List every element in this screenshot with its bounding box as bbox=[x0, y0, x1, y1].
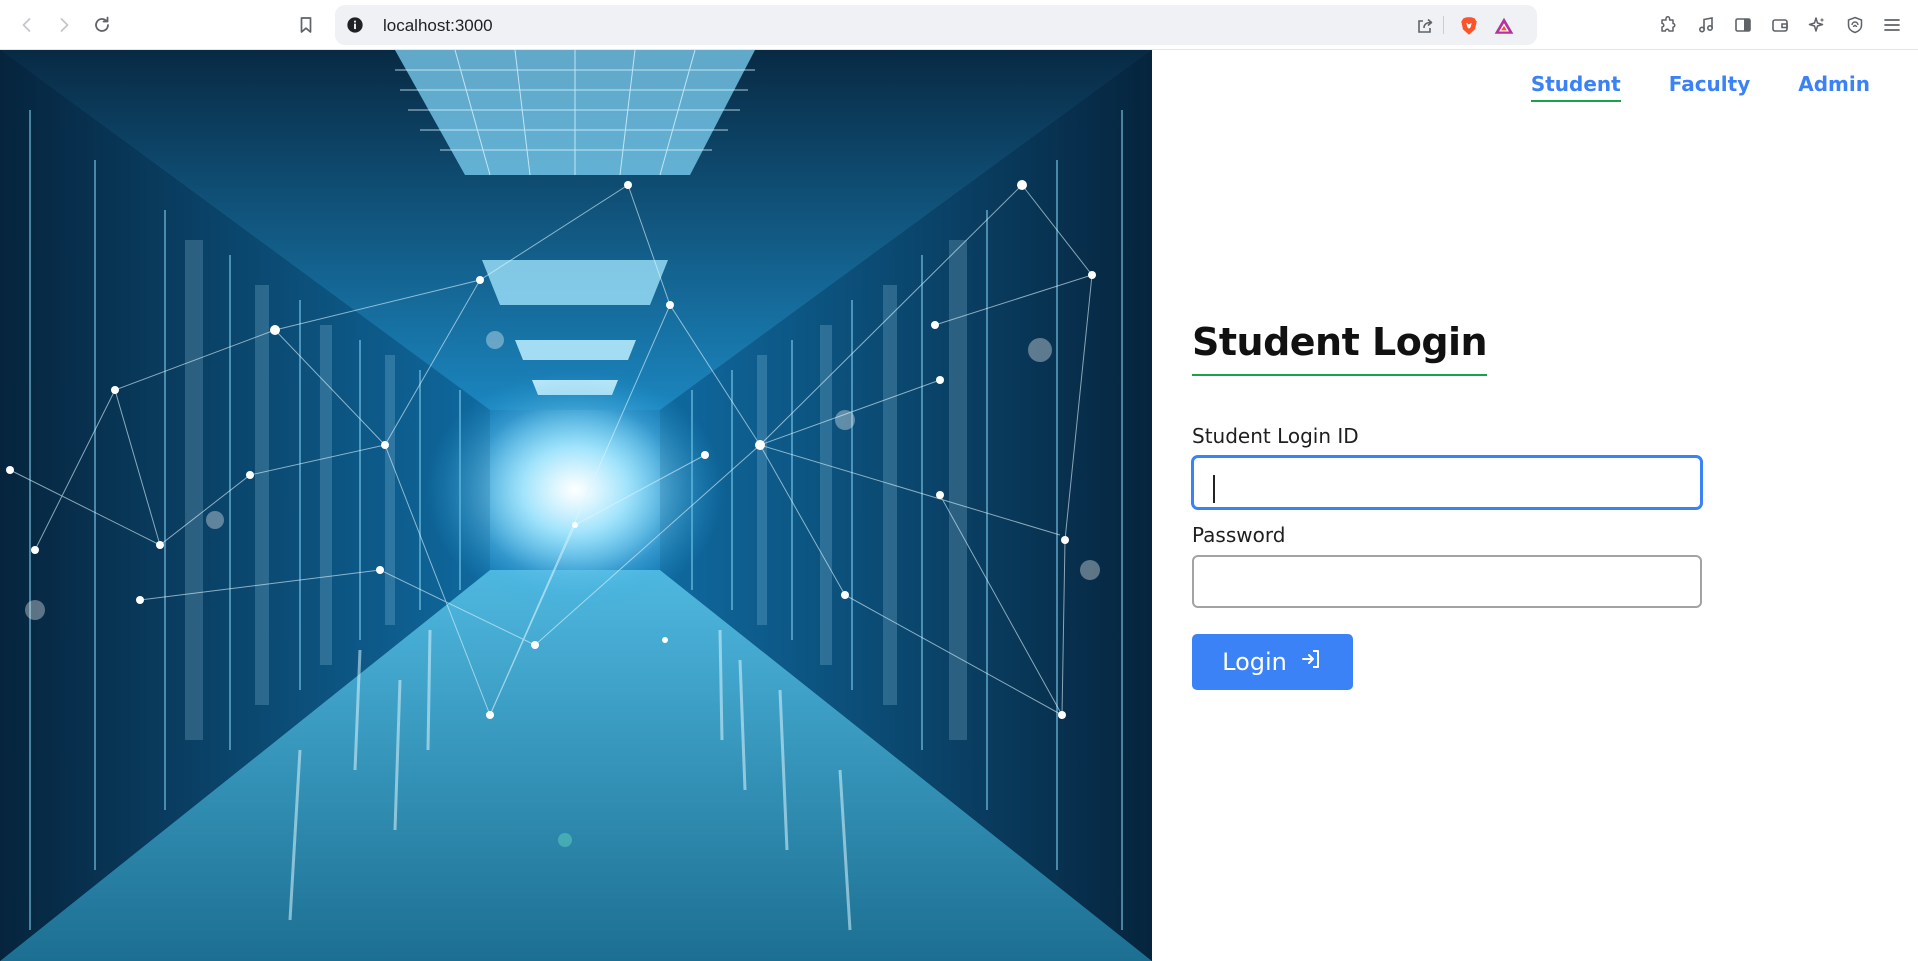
sidebar-icon[interactable] bbox=[1729, 11, 1757, 39]
sign-in-icon bbox=[1299, 647, 1323, 677]
text-caret bbox=[1213, 475, 1215, 503]
site-info-icon[interactable] bbox=[344, 14, 366, 36]
login-id-input[interactable] bbox=[1192, 456, 1702, 509]
role-nav: Student Faculty Admin bbox=[1530, 72, 1870, 102]
nav-admin-link[interactable]: Admin bbox=[1798, 72, 1870, 102]
vpn-icon[interactable] bbox=[1841, 11, 1869, 39]
extensions-icon[interactable] bbox=[1654, 11, 1682, 39]
bookmark-icon[interactable] bbox=[292, 11, 320, 39]
leo-ai-icon[interactable] bbox=[1803, 11, 1831, 39]
share-icon[interactable] bbox=[1413, 14, 1437, 38]
login-id-label: Student Login ID bbox=[1192, 424, 1359, 448]
nav-student-link[interactable]: Student bbox=[1530, 72, 1621, 102]
hero-image bbox=[0, 50, 1152, 961]
back-icon[interactable] bbox=[13, 11, 41, 39]
page-title: Student Login bbox=[1192, 320, 1488, 376]
password-input[interactable] bbox=[1192, 555, 1702, 608]
login-id-field-wrapper bbox=[1192, 456, 1702, 509]
media-icon[interactable] bbox=[1692, 11, 1720, 39]
brave-rewards-icon[interactable] bbox=[1492, 14, 1516, 38]
page: Student Faculty Admin Student Login Stud… bbox=[0, 50, 1918, 961]
menu-icon[interactable] bbox=[1878, 11, 1906, 39]
address-bar[interactable]: localhost:3000 bbox=[335, 5, 1537, 45]
login-form: Student Login Student Login ID Password … bbox=[1192, 320, 1702, 690]
url-text[interactable]: localhost:3000 bbox=[383, 16, 493, 36]
reload-icon[interactable] bbox=[88, 11, 116, 39]
browser-toolbar: localhost:3000 bbox=[0, 0, 1918, 50]
login-button[interactable]: Login bbox=[1192, 634, 1353, 690]
forward-icon[interactable] bbox=[50, 11, 78, 39]
nav-faculty-link[interactable]: Faculty bbox=[1669, 72, 1751, 102]
url-separator bbox=[1443, 16, 1444, 34]
server-corridor-illustration bbox=[0, 50, 1152, 961]
password-label: Password bbox=[1192, 523, 1286, 547]
wallet-icon[interactable] bbox=[1766, 11, 1794, 39]
login-button-label: Login bbox=[1222, 648, 1287, 676]
brave-shields-icon[interactable] bbox=[1457, 14, 1481, 38]
